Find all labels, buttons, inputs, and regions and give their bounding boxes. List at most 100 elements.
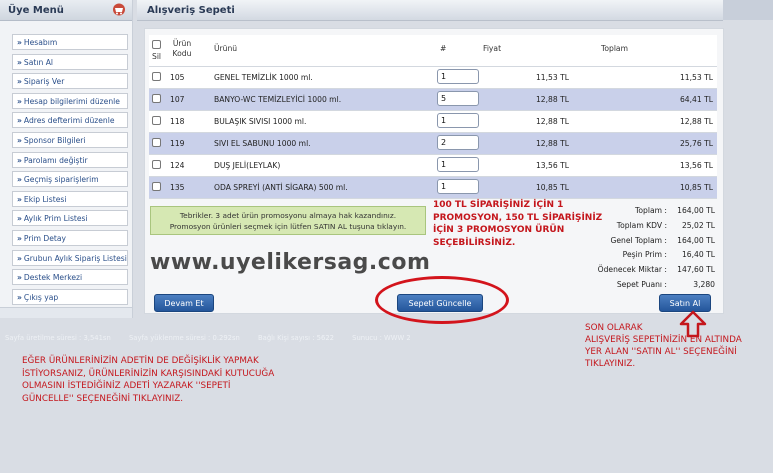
sidebar-item-label: Prim Detay xyxy=(23,233,67,243)
line-total: 64,41 TL xyxy=(679,95,713,104)
chevron-right-icon: » xyxy=(17,38,22,47)
sidebar-item-label: Grubun Aylık Sipariş Listesi xyxy=(23,253,127,263)
continue-button[interactable]: Devam Et xyxy=(154,294,214,312)
quantity-input[interactable]: 5 xyxy=(437,91,479,106)
chevron-right-icon: » xyxy=(17,135,22,145)
line-total: 13,56 TL xyxy=(679,161,713,170)
unit-price: 11,53 TL xyxy=(535,73,569,82)
chevron-right-icon: » xyxy=(17,214,22,224)
sidebar-item-label: Satın Al xyxy=(23,57,53,67)
delete-checkbox[interactable] xyxy=(152,182,161,191)
cart-table: Sil Ürün Kodu Ürünü # Fiyat Toplam 105 GE… xyxy=(149,35,717,199)
summary-value: 3,280 xyxy=(693,280,715,289)
product-name: BANYO-WC TEMİZLEYİCİ 1000 ml. xyxy=(214,95,342,104)
chevron-right-icon: » xyxy=(17,116,22,126)
sidebar-header: Üye Menü xyxy=(0,0,132,21)
sidebar-item[interactable]: » Destek Merkezi xyxy=(12,269,128,286)
unit-price: 13,56 TL xyxy=(535,161,569,170)
sidebar-item[interactable]: » Prim Detay xyxy=(12,229,128,246)
buy-annotation-line: ALIŞVERİŞ SEPETİNİZİN EN ALTINDA xyxy=(585,335,742,345)
unit-price: 12,88 TL xyxy=(535,139,569,148)
table-header: Sil Ürün Kodu Ürünü # Fiyat Toplam xyxy=(149,35,717,67)
chevron-right-icon: » xyxy=(17,77,22,87)
header-total: Toplam xyxy=(601,44,628,53)
update-cart-button[interactable]: Sepeti Güncelle xyxy=(397,294,483,312)
buy-annotation: SON OLARAK ALIŞVERİŞ SEPETİNİZİN EN ALTI… xyxy=(585,322,742,370)
chevron-right-icon: » xyxy=(17,175,22,185)
quantity-input[interactable]: 1 xyxy=(437,113,479,128)
table-row: 105 GENEL TEMİZLİK 1000 ml. 1 11,53 TL 11,53… xyxy=(149,67,717,89)
header-code: Ürün Kodu xyxy=(172,39,192,58)
sidebar-item[interactable]: » Aylık Prim Listesi xyxy=(12,210,128,227)
summary-value: 164,00 TL xyxy=(677,206,715,215)
table-row: 118 BULAŞIK SIVISI 1000 ml. 1 12,88 TL 12,88… xyxy=(149,111,717,133)
sidebar-item[interactable]: » Hesabım xyxy=(12,34,128,50)
buy-annotation-line: TIKLAYINIZ. xyxy=(585,359,636,369)
summary-label: Sepet Puanı : xyxy=(616,280,667,289)
sidebar-title: Üye Menü xyxy=(8,5,64,16)
quantity-input[interactable]: 1 xyxy=(437,69,479,84)
select-all-checkbox[interactable] xyxy=(152,40,161,49)
chevron-right-icon: » xyxy=(17,253,22,263)
sidebar-item[interactable]: » Sponsor Bilgileri xyxy=(12,131,128,148)
sidebar-item[interactable]: » Sipariş Ver xyxy=(12,73,128,90)
chevron-right-icon: » xyxy=(17,194,22,204)
table-body: 105 GENEL TEMİZLİK 1000 ml. 1 11,53 TL 11,53… xyxy=(149,67,717,199)
page-footer: Sayfa üretilme süresi : 3,541sn Sayfa yü… xyxy=(5,334,427,342)
chevron-right-icon: » xyxy=(17,233,22,243)
quantity-input[interactable]: 2 xyxy=(437,135,479,150)
summary-value: 147,60 TL xyxy=(677,265,715,275)
promo-message: Tebrikler. 3 adet ürün promosyonu almaya… xyxy=(150,206,426,235)
delete-checkbox[interactable] xyxy=(152,160,161,169)
footer-generation-time: Sayfa üretilme süresi : 3,541sn xyxy=(5,334,111,342)
update-annotation-line: İSTİYORSANIZ, ÜRÜNLERİNİZİN KARŞISINDAKİ… xyxy=(22,368,275,379)
sidebar-item[interactable]: » Parolamı değiştir xyxy=(12,151,128,168)
sidebar-item[interactable]: » Ekip Listesi xyxy=(12,190,128,207)
sidebar-item-label: Adres defterimi düzenle xyxy=(23,116,115,126)
product-name: DUŞ JELİ(LEYLAK) xyxy=(214,161,281,170)
unit-price: 10,85 TL xyxy=(535,183,569,192)
header-price: Fiyat xyxy=(483,44,502,53)
sidebar-item[interactable]: » Hesap bilgilerimi düzenle xyxy=(12,92,128,109)
unit-price: 12,88 TL xyxy=(535,95,569,104)
delete-checkbox[interactable] xyxy=(152,138,161,147)
quantity-input[interactable]: 1 xyxy=(437,157,479,172)
chevron-right-icon: » xyxy=(17,155,22,165)
update-annotation-line: EĞER ÜRÜNLERİNİZİN ADETİN DE DEĞİŞİKLİK … xyxy=(22,356,259,366)
sidebar-item-label: Hesabım xyxy=(23,38,58,47)
sidebar-item-label: Aylık Prim Listesi xyxy=(23,214,88,224)
page-header: Alışveriş Sepeti xyxy=(137,0,723,21)
delete-checkbox[interactable] xyxy=(152,116,161,125)
sidebar-item-label: Sponsor Bilgileri xyxy=(23,135,86,145)
sidebar-footer xyxy=(0,307,132,318)
sidebar-item[interactable]: » Çıkış yap xyxy=(12,288,128,305)
line-total: 11,53 TL xyxy=(679,73,713,82)
line-total: 10,85 TL xyxy=(679,183,713,192)
header-product: Ürünü xyxy=(214,44,238,53)
summary-value: 16,40 TL xyxy=(681,250,715,260)
summary-label: Genel Toplam : xyxy=(610,235,667,245)
update-annotation: EĞER ÜRÜNLERİNİZİN ADETİN DE DEĞİŞİKLİK … xyxy=(22,355,274,405)
unit-price: 12,88 TL xyxy=(535,117,569,126)
sidebar-item-label: Sipariş Ver xyxy=(23,77,65,87)
header-corner xyxy=(723,0,773,20)
update-annotation-line: GÜNCELLE'' SEÇENEĞİNİ TIKLAYINIZ. xyxy=(22,393,184,404)
buy-annotation-line: SON OLARAK xyxy=(585,323,643,333)
sidebar-item[interactable]: » Satın Al xyxy=(12,53,128,70)
product-code: 119 xyxy=(170,139,185,148)
sidebar-item[interactable]: » Geçmiş siparişlerim xyxy=(12,171,128,188)
quantity-input[interactable]: 1 xyxy=(437,179,479,194)
member-sidebar: Üye Menü » Hesabım» Satın Al» Sipariş Ver» H… xyxy=(0,0,133,318)
table-row: 135 ODA SPREYİ (ANTİ SİGARA) 500 ml. 1 10,8… xyxy=(149,177,717,199)
sidebar-item-label: Hesap bilgilerimi düzenle xyxy=(23,96,120,106)
summary-label: Peşin Prim : xyxy=(622,250,667,260)
product-code: 107 xyxy=(170,95,185,104)
delete-checkbox[interactable] xyxy=(152,94,161,103)
table-row: 119 SIVI EL SABUNU 1000 ml. 2 12,88 TL 25,76… xyxy=(149,133,717,155)
sidebar-item-label: Geçmiş siparişlerim xyxy=(23,175,99,185)
delete-checkbox[interactable] xyxy=(152,72,161,81)
line-total: 12,88 TL xyxy=(679,117,713,126)
page-title: Alışveriş Sepeti xyxy=(147,5,235,16)
sidebar-item[interactable]: » Adres defterimi düzenle xyxy=(12,112,128,129)
sidebar-item[interactable]: » Grubun Aylık Sipariş Listesi xyxy=(12,249,128,266)
